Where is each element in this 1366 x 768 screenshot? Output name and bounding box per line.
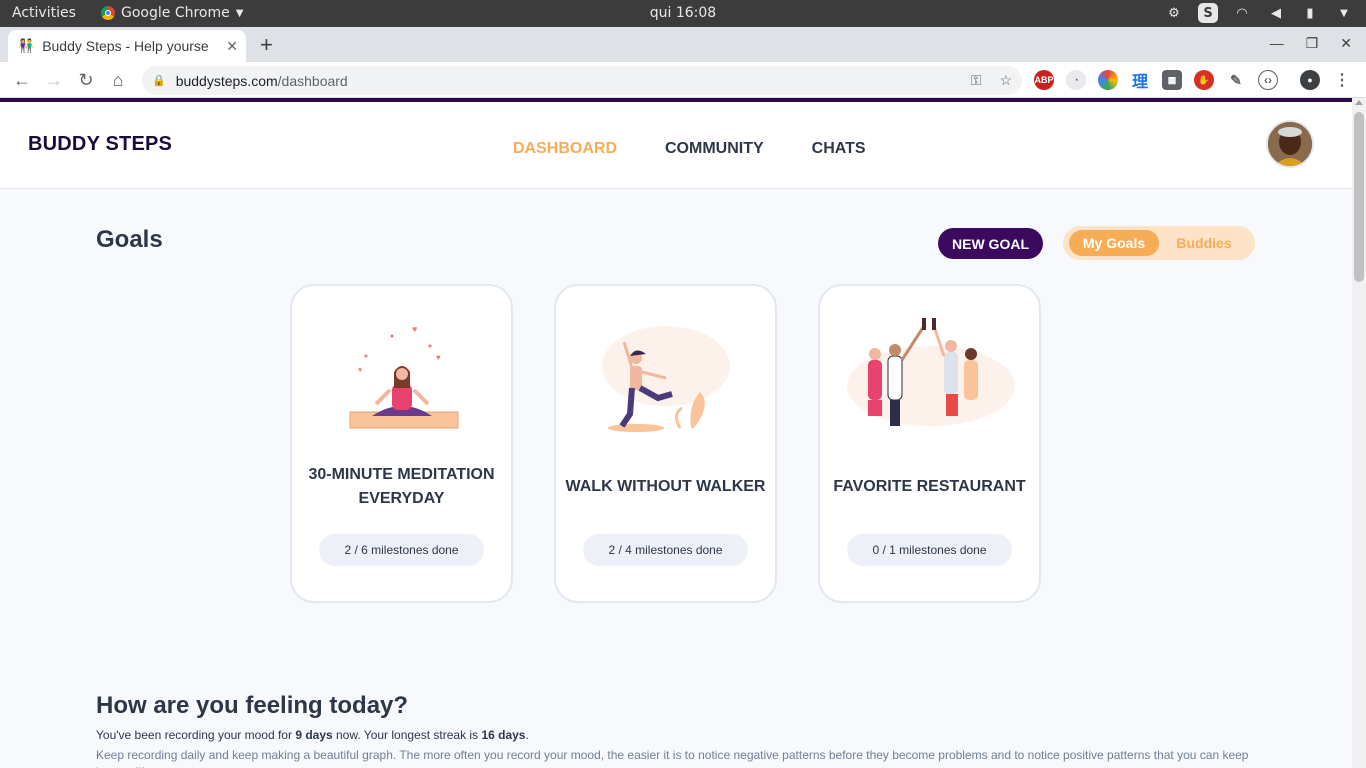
goal-card[interactable]: WALK WITHOUT WALKER 2 / 4 milestones don… — [554, 284, 777, 603]
chrome-icon — [101, 6, 115, 20]
new-goal-button[interactable]: NEW GOAL — [938, 228, 1043, 259]
tab-buddy-steps[interactable]: 👫 Buddy Steps - Help yourse ✕ — [8, 30, 246, 62]
mood-streak-text: You've been recording your mood for 9 da… — [96, 728, 529, 742]
reload-icon[interactable]: ↻ — [74, 68, 98, 92]
goal-card[interactable]: FAVORITE RESTAURANT 0 / 1 milestones don… — [818, 284, 1041, 603]
goal-title: FAVORITE RESTAURANT — [833, 478, 1026, 495]
grid-extension-icon[interactable]: ▦ — [1162, 70, 1182, 90]
chevron-down-icon[interactable]: ▼ — [1334, 3, 1354, 23]
browser-toolbar: ← → ↻ ⌂ 🔒 buddysteps.com/dashboard ⚿ ☆ A… — [0, 62, 1366, 98]
svg-text:♥: ♥ — [412, 324, 417, 334]
wifi-icon[interactable]: ◠ — [1232, 3, 1252, 23]
main-nav: DASHBOARD COMMUNITY CHATS — [513, 140, 866, 158]
scroll-up-icon[interactable] — [1355, 100, 1363, 105]
minimize-icon[interactable]: — — [1270, 35, 1284, 52]
tab-strip: 👫 Buddy Steps - Help yourse ✕ + — ❐ ✕ — [0, 27, 1366, 62]
battery-icon[interactable]: ▮ — [1300, 3, 1320, 23]
home-icon[interactable]: ⌂ — [106, 68, 130, 92]
url-path: /dashboard — [277, 72, 348, 89]
toggle-my-goals[interactable]: My Goals — [1069, 230, 1159, 256]
hand-extension-icon[interactable]: ✋ — [1194, 70, 1214, 90]
kebab-menu-icon[interactable]: ⋮ — [1332, 70, 1352, 90]
goals-filter-toggle: My Goals Buddies — [1063, 226, 1255, 260]
friends-toasting-illustration — [847, 318, 1015, 426]
nav-chats[interactable]: CHATS — [812, 140, 866, 158]
profile-avatar-icon[interactable]: ● — [1300, 70, 1320, 90]
forward-icon[interactable]: → — [42, 68, 66, 92]
timer-extension-icon[interactable]: ◔ — [1066, 70, 1086, 90]
address-bar[interactable]: 🔒 buddysteps.com/dashboard ⚿ ☆ — [142, 66, 1022, 95]
mood-description: Keep recording daily and keep making a b… — [96, 748, 1249, 768]
milestones-badge: 0 / 1 milestones done — [847, 534, 1012, 566]
system-top-bar: Activities Google Chrome ▼ qui 16:08 ⚙ S… — [0, 0, 1366, 27]
scrollbar-thumb[interactable] — [1354, 112, 1364, 282]
steam-icon[interactable]: ⚙ — [1164, 3, 1184, 23]
favicon-icon: 👫 — [18, 38, 35, 53]
nav-dashboard[interactable]: DASHBOARD — [513, 140, 617, 158]
activities-button[interactable]: Activities — [12, 5, 76, 21]
page-scrollbar[interactable] — [1352, 98, 1366, 768]
adblock-icon[interactable]: ABP — [1034, 70, 1054, 90]
skype-icon[interactable]: S — [1198, 3, 1218, 23]
dev-extension-icon[interactable]: ✎ — [1226, 70, 1246, 90]
nav-community[interactable]: COMMUNITY — [665, 140, 764, 158]
dancer-illustration — [602, 326, 730, 432]
goals-heading: Goals — [96, 226, 163, 253]
color-extension-icon[interactable] — [1098, 70, 1118, 90]
toggle-buddies[interactable]: Buddies — [1163, 230, 1245, 256]
dictionary-extension-icon[interactable]: 理 — [1130, 70, 1150, 91]
milestones-badge: 2 / 4 milestones done — [583, 534, 748, 566]
close-icon[interactable]: ✕ — [226, 38, 238, 55]
milestones-badge: 2 / 6 milestones done — [319, 534, 484, 566]
mood-heading: How are you feeling today? — [96, 692, 409, 719]
meditation-illustration: ♥ ♥ ♥ — [349, 324, 459, 429]
close-window-icon[interactable]: ✕ — [1340, 35, 1352, 52]
app-menu[interactable]: Google Chrome ▼ — [101, 5, 243, 21]
goal-card[interactable]: ♥ ♥ ♥ 30-MINUTE MEDITATION EVERYDAY 2 / … — [290, 284, 513, 603]
mood-longest-streak: 16 days — [481, 728, 526, 742]
site-logo[interactable]: BUDDY STEPS — [28, 133, 172, 156]
maximize-icon[interactable]: ❐ — [1306, 35, 1319, 52]
svg-text:♥: ♥ — [436, 353, 441, 362]
url-host: buddysteps.com — [175, 72, 278, 89]
goal-title: WALK WITHOUT WALKER — [565, 478, 766, 495]
app-name: Google Chrome — [121, 5, 230, 21]
site-header: BUDDY STEPS DASHBOARD COMMUNITY CHATS — [0, 102, 1352, 189]
chevron-down-icon: ▼ — [235, 7, 244, 19]
lock-icon: 🔒 — [152, 75, 166, 87]
bookmark-star-icon[interactable]: ☆ — [999, 72, 1012, 89]
tab-title: Buddy Steps - Help yourse — [42, 38, 209, 54]
new-tab-button[interactable]: + — [260, 32, 273, 58]
svg-text:♥: ♥ — [358, 367, 362, 374]
goal-title: 30-MINUTE MEDITATION EVERYDAY — [308, 466, 495, 507]
page-content: BUDDY STEPS DASHBOARD COMMUNITY CHATS Go… — [0, 102, 1352, 768]
back-icon[interactable]: ← — [10, 68, 34, 92]
key-icon[interactable]: ⚿ — [971, 72, 982, 89]
volume-icon[interactable]: ◀ — [1266, 3, 1286, 23]
mood-days: 9 days — [295, 728, 333, 742]
code-extension-icon[interactable]: ‹› — [1258, 70, 1278, 90]
user-avatar[interactable] — [1266, 120, 1314, 168]
